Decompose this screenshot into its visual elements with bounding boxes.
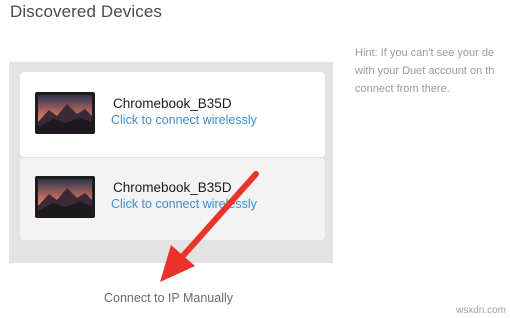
connect-ip-manually-button[interactable]: Connect to IP Manually — [0, 291, 337, 305]
device-name: Chromebook_B35D — [113, 96, 232, 111]
page-title: Discovered Devices — [10, 2, 163, 21]
device-list-panel: Chromebook_B35D Click to connect wireles… — [9, 62, 333, 263]
hint-text: Hint: If you can't see your de with your… — [355, 44, 510, 98]
duet-display-window: Discovered Devices Chromebook_B35D Click… — [0, 0, 510, 318]
hint-line: with your Duet account on th — [355, 65, 495, 77]
watermark: wsxdn.com — [455, 305, 506, 316]
connect-wirelessly-link[interactable]: Click to connect wirelessly — [111, 113, 257, 127]
device-name: Chromebook_B35D — [113, 180, 232, 195]
hint-line: connect from there. — [355, 83, 450, 95]
connect-wirelessly-link[interactable]: Click to connect wirelessly — [111, 197, 257, 211]
hint-line: Hint: If you can't see your de — [355, 47, 495, 59]
device-card-1[interactable]: Chromebook_B35D Click to connect wireles… — [20, 72, 325, 157]
device-card-2[interactable]: Chromebook_B35D Click to connect wireles… — [20, 158, 325, 240]
laptop-thumbnail-icon — [35, 176, 95, 218]
laptop-thumbnail-icon — [35, 92, 95, 134]
